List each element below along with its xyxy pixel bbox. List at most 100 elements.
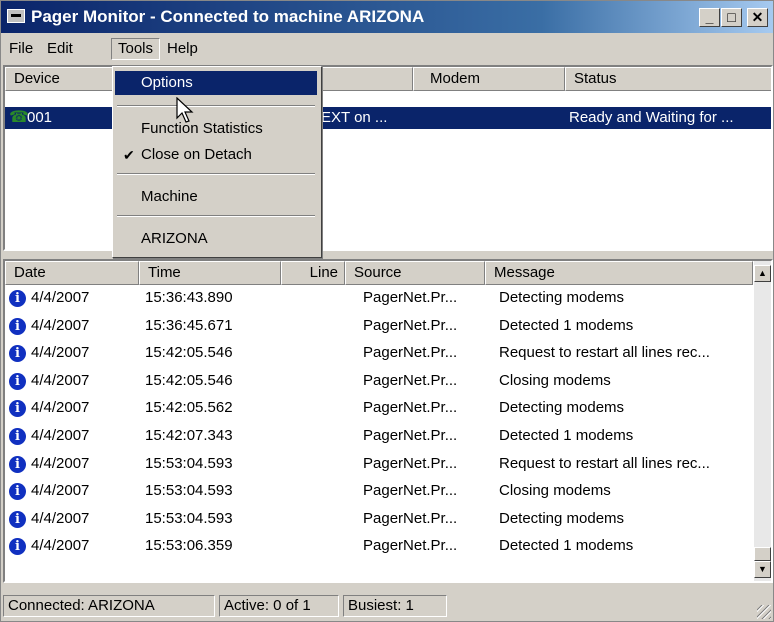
info-icon: i	[9, 483, 26, 501]
menu-item-close-on-detach-label: Close on Detach	[141, 146, 252, 163]
info-icon: i	[9, 290, 26, 307]
info-icon: i	[9, 455, 26, 473]
log-row[interactable]: i 4/4/2007 15:42:05.546 PagerNet.Pr... Closi…	[5, 370, 753, 392]
log-message: Detecting modems	[499, 509, 625, 527]
device-id: 001	[27, 109, 53, 126]
log-row[interactable]: i 4/4/2007 15:53:04.593 PagerNet.Pr... Closi…	[5, 480, 753, 502]
log-source: PagerNet.Pr...	[363, 454, 458, 472]
log-row[interactable]: i 4/4/2007 15:53:04.593 PagerNet.Pr... Reque…	[5, 453, 753, 475]
menu-separator	[117, 173, 315, 175]
log-message: Detected 1 modems	[499, 537, 634, 555]
scroll-up-button[interactable]: ▲	[754, 265, 771, 282]
mouse-pointer-icon	[176, 97, 194, 123]
col-modem-header[interactable]: Modem	[413, 67, 565, 91]
menu-item-machine[interactable]: Machine	[115, 185, 317, 209]
log-time: 15:42:05.562	[145, 399, 233, 417]
log-row[interactable]: i 4/4/2007 15:42:05.546 PagerNet.Pr... Reque…	[5, 342, 753, 364]
log-time: 15:53:04.593	[145, 454, 233, 472]
menu-separator	[117, 105, 315, 107]
log-date: 4/4/2007	[31, 316, 90, 334]
col-date-header[interactable]: Date	[5, 261, 139, 285]
info-icon: i	[9, 428, 26, 445]
log-scrollbar[interactable]: ▲ ▼	[754, 261, 771, 581]
checkmark-icon: ✔	[123, 147, 135, 163]
info-icon: i	[9, 510, 26, 528]
log-source: PagerNet.Pr...	[363, 399, 458, 417]
menu-separator	[117, 215, 315, 217]
menu-edit[interactable]: Edit	[41, 39, 79, 59]
log-time: 15:42:05.546	[145, 371, 233, 389]
log-message: Closing modems	[499, 371, 611, 389]
menu-item-options[interactable]: Options	[115, 71, 317, 95]
log-date: 4/4/2007	[31, 344, 90, 362]
maximize-button[interactable]: □	[721, 8, 742, 27]
menu-file[interactable]: File	[3, 39, 39, 59]
log-source: PagerNet.Pr...	[363, 509, 458, 527]
log-date: 4/4/2007	[31, 289, 90, 306]
status-connected: Connected: ARIZONA	[3, 595, 215, 617]
status-busiest: Busiest: 1	[343, 595, 447, 617]
menu-help[interactable]: Help	[161, 39, 204, 59]
log-row[interactable]: i 4/4/2007 15:42:07.343 PagerNet.Pr... Detec…	[5, 425, 753, 447]
title-bar[interactable]: Pager Monitor - Connected to machine ARI…	[1, 1, 773, 33]
log-time: 15:36:45.671	[145, 316, 233, 334]
info-icon: i	[9, 372, 26, 390]
scroll-thumb[interactable]	[754, 547, 771, 561]
status-active: Active: 0 of 1	[219, 595, 339, 617]
scroll-down-button[interactable]: ▼	[754, 561, 771, 578]
log-message: Detected 1 modems	[499, 427, 634, 444]
log-source: PagerNet.Pr...	[363, 427, 458, 444]
tools-dropdown-menu: Options Function Statistics ✔ Close on D…	[112, 66, 322, 258]
col-line-header[interactable]: Line	[281, 261, 345, 285]
menu-item-function-statistics[interactable]: Function Statistics	[115, 117, 317, 141]
phone-icon: ☎	[9, 109, 29, 126]
log-row[interactable]: i 4/4/2007 15:53:04.593 PagerNet.Pr... Detec…	[5, 508, 753, 530]
log-date: 4/4/2007	[31, 509, 90, 527]
device-status: Ready and Waiting for ...	[569, 109, 734, 126]
col-device-header[interactable]: Device	[5, 67, 117, 91]
info-icon: i	[9, 317, 26, 335]
log-row[interactable]: i 4/4/2007 15:36:45.671 PagerNet.Pr... Detec…	[5, 315, 753, 337]
log-row[interactable]: i 4/4/2007 15:42:05.562 PagerNet.Pr... Detec…	[5, 397, 753, 419]
device-modem-partial: EXT on ...	[321, 109, 388, 126]
col-status-header[interactable]: Status	[565, 67, 771, 91]
col-message-header[interactable]: Message	[485, 261, 753, 285]
log-time: 15:53:06.359	[145, 537, 233, 555]
log-source: PagerNet.Pr...	[363, 316, 458, 334]
resize-grip[interactable]	[757, 605, 771, 619]
status-bar: Connected: ARIZONA Active: 0 of 1 Busies…	[1, 591, 773, 621]
info-icon: i	[9, 538, 26, 556]
log-time: 15:42:05.546	[145, 344, 233, 362]
log-time: 15:53:04.593	[145, 509, 233, 527]
log-date: 4/4/2007	[31, 399, 90, 417]
menu-tools[interactable]: Tools	[111, 38, 161, 60]
col-time-header[interactable]: Time	[139, 261, 281, 285]
log-message: Closing modems	[499, 482, 611, 500]
menu-bar: File Edit Tools Help	[1, 35, 773, 61]
log-row[interactable]: i 4/4/2007 15:53:06.359 PagerNet.Pr... Detec…	[5, 535, 753, 557]
log-date: 4/4/2007	[31, 482, 90, 500]
log-date: 4/4/2007	[31, 427, 90, 444]
menu-item-close-on-detach[interactable]: ✔ Close on Detach	[115, 143, 317, 167]
info-icon: i	[9, 345, 26, 363]
log-message: Detected 1 modems	[499, 316, 634, 334]
minimize-button[interactable]: _	[699, 8, 720, 27]
log-date: 4/4/2007	[31, 537, 90, 555]
log-source: PagerNet.Pr...	[363, 482, 458, 500]
info-icon: i	[9, 400, 26, 418]
log-date: 4/4/2007	[31, 371, 90, 389]
close-button[interactable]: ✕	[747, 8, 768, 27]
log-message: Request to restart all lines rec...	[499, 344, 710, 362]
log-date: 4/4/2007	[31, 454, 90, 472]
col-source-header[interactable]: Source	[345, 261, 485, 285]
log-list[interactable]: Date Time Line Source Message ▲ ▼ i 4/4/2…	[3, 259, 773, 583]
log-source: PagerNet.Pr...	[363, 371, 458, 389]
log-message: Detecting modems	[499, 289, 625, 306]
log-row[interactable]: i 4/4/2007 15:36:43.890 PagerNet.Pr... Detec…	[5, 287, 753, 309]
log-message: Detecting modems	[499, 399, 625, 417]
log-source: PagerNet.Pr...	[363, 344, 458, 362]
pager-app-icon[interactable]	[7, 9, 25, 23]
menu-item-arizona[interactable]: ARIZONA	[115, 227, 317, 251]
log-message: Request to restart all lines rec...	[499, 454, 710, 472]
log-source: PagerNet.Pr...	[363, 537, 458, 555]
